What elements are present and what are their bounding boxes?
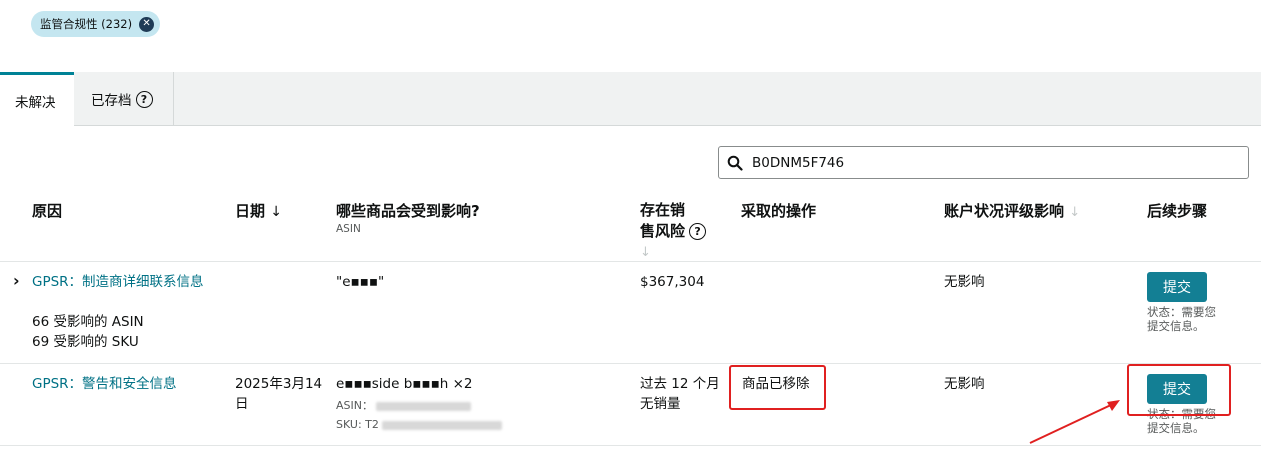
col-header-account-label: 账户状况评级影响 (944, 202, 1065, 220)
redacted-asin (376, 401, 472, 411)
row2-date-line2: 日 (235, 396, 249, 412)
sort-icon[interactable]: ↓ (1069, 205, 1080, 220)
highlight-box (1127, 364, 1231, 416)
tab-bar: 未解决 已存档 ? (0, 72, 1261, 127)
row2-sku: SKU: T2 (336, 415, 503, 434)
col-header-risk[interactable]: 存在销 售风险 ? ↓ (640, 200, 707, 263)
row2-risk-line1: 过去 12 个月 (640, 376, 720, 392)
row2-sku-label: SKU: T2 (336, 418, 379, 431)
row2-risk-line2: 无销量 (640, 396, 681, 412)
col-header-actions: 采取的操作 (741, 202, 817, 220)
search-icon (727, 155, 743, 171)
highlight-box (729, 365, 826, 410)
annotation-arrow-icon (1029, 400, 1120, 444)
col-header-reason: 原因 (32, 202, 63, 220)
row2-product: e▪▪▪side b▪▪▪h ×2 (336, 376, 473, 392)
filter-chip-label: 监管合规性 (232) (40, 17, 133, 31)
redacted-sku (382, 420, 503, 430)
col-header-date-label: 日期 (235, 202, 266, 220)
row2-date-line1: 2025年3月14 (235, 376, 323, 392)
col-header-date[interactable]: 日期 ↓ (235, 200, 282, 221)
row1-product: "e▪▪▪" (336, 274, 385, 290)
row2-risk: 过去 12 个月 无销量 (640, 374, 720, 414)
filter-chip: 监管合规性 (232) ✕ (31, 11, 161, 37)
row1-status: 状态：需要您 提交信息。 (1147, 305, 1216, 333)
help-circle-icon[interactable]: ? (689, 223, 707, 240)
row2-asin-label: ASIN： (336, 399, 373, 412)
row1-risk: $367,304 (640, 274, 705, 290)
row2-asin: ASIN： (336, 396, 472, 415)
row1-reason[interactable]: GPSR：制造商详细联系信息 (32, 272, 204, 292)
divider (0, 363, 1261, 364)
divider (0, 261, 1261, 262)
search-input[interactable] (752, 154, 1232, 171)
submit-button[interactable]: 提交 (1147, 272, 1207, 302)
help-circle-icon[interactable]: ? (135, 90, 153, 108)
tab-unresolved-label: 未解决 (15, 95, 56, 111)
tab-archived-label: 已存档 (91, 93, 132, 109)
col-header-account[interactable]: 账户状况评级影响 ↓ (944, 200, 1080, 221)
col-header-risk-line2: 售风险 (640, 222, 686, 240)
row2-account-impact: 无影响 (944, 376, 985, 392)
row2-reason[interactable]: GPSR：警告和安全信息 (32, 374, 177, 394)
tab-unresolved[interactable]: 未解决 (0, 72, 74, 127)
row1-sku-count: 69 受影响的 SKU (32, 334, 139, 350)
col-header-affected: 哪些商品会受到影响? (336, 202, 480, 220)
row1-status-line1: 状态：需要您 (1147, 305, 1216, 319)
sort-down-icon[interactable]: ↓ (270, 204, 282, 220)
col-header-next: 后续步骤 (1147, 202, 1208, 220)
sort-icon[interactable]: ↓ (640, 242, 706, 263)
col-header-risk-line1: 存在销 (640, 201, 686, 219)
row1-asin-count: 66 受影响的 ASIN (32, 314, 144, 330)
search-box[interactable] (718, 146, 1249, 179)
expand-chevron-icon[interactable]: › (13, 271, 20, 291)
remove-filter-icon[interactable]: ✕ (139, 16, 155, 32)
row1-status-line2: 提交信息。 (1147, 319, 1205, 333)
col-header-affected-sub: ASIN (336, 223, 361, 235)
tab-archived[interactable]: 已存档 ? (74, 72, 174, 126)
row2-date: 2025年3月14 日 (235, 374, 322, 414)
row1-account-impact: 无影响 (944, 274, 985, 290)
row2-status-line2: 提交信息。 (1147, 421, 1205, 435)
